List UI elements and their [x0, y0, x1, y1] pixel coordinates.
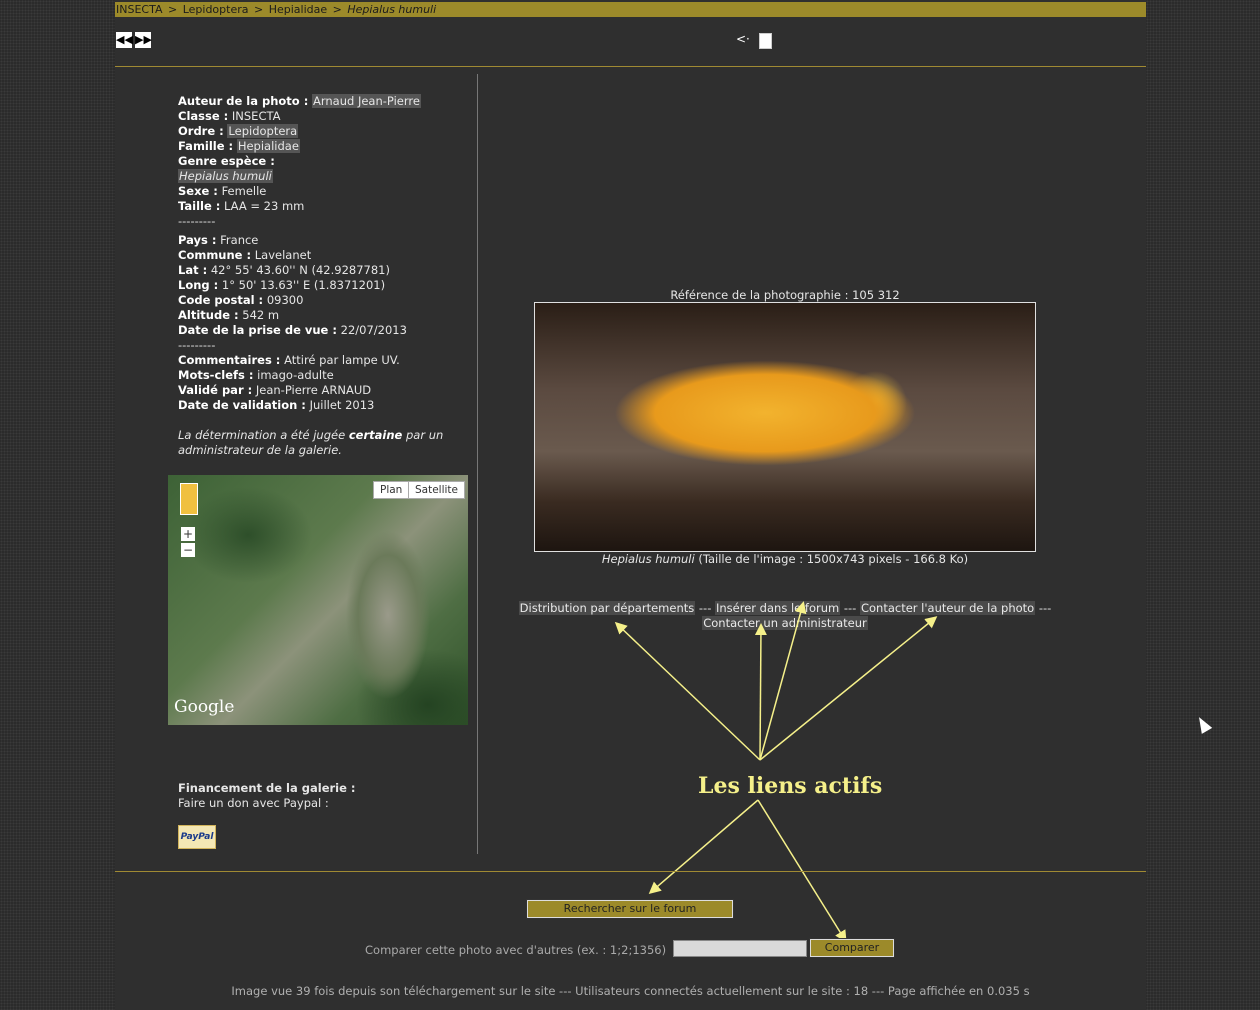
top-divider: [115, 66, 1146, 67]
compare-label: Comparer cette photo avec d'autres (ex. …: [365, 943, 667, 957]
separator: ---------: [178, 214, 216, 228]
map-plan-button[interactable]: Plan: [373, 481, 410, 499]
zoom-in-button[interactable]: +: [181, 527, 195, 541]
species-link[interactable]: Hepialus humuli: [178, 169, 273, 183]
breadcrumb: INSECTA > Lepidoptera > Hepialidae > Hep…: [115, 2, 1146, 17]
order-link[interactable]: Lepidoptera: [227, 124, 299, 138]
back-icon[interactable]: <·: [736, 32, 750, 46]
previous-photo-button[interactable]: ◀◀: [116, 32, 133, 48]
page-footer: Image vue 39 fois depuis son téléchargem…: [231, 984, 1030, 998]
breadcrumb-class[interactable]: INSECTA: [115, 3, 163, 16]
action-links: Distribution par départements --- Insére…: [518, 601, 1052, 630]
contact-author-link[interactable]: Contacter l'auteur de la photo: [859, 601, 1036, 615]
map-satellite-button[interactable]: Satellite: [408, 481, 466, 499]
photo-reference: Référence de la photographie : 105 312: [670, 288, 900, 302]
next-photo-button[interactable]: ▶▶: [135, 32, 152, 48]
breadcrumb-species: Hepialus humuli: [347, 3, 437, 16]
separator: ---------: [178, 338, 216, 352]
funding-section: Financement de la galerie : Faire un don…: [178, 781, 356, 810]
breadcrumb-sep: >: [253, 3, 264, 16]
family-link[interactable]: Hepialidae: [236, 139, 300, 153]
contact-admin-link[interactable]: Contacter un administrateur: [702, 616, 868, 630]
photo-caption: Hepialus humuli (Taille de l'image : 150…: [601, 552, 969, 566]
photo-info-panel: Auteur de la photo : Arnaud Jean-Pierre …: [178, 94, 468, 458]
bottom-divider: [115, 871, 1146, 872]
distribution-link[interactable]: Distribution par départements: [518, 601, 696, 615]
column-divider: [477, 74, 478, 854]
search-forum-button[interactable]: Rechercher sur le forum: [526, 899, 734, 919]
determination-note: La détermination a été jugée certaine pa…: [178, 428, 444, 457]
moth-photo[interactable]: [534, 302, 1036, 552]
author-link[interactable]: Arnaud Jean-Pierre: [311, 94, 421, 108]
document-icon[interactable]: [759, 33, 772, 49]
breadcrumb-family[interactable]: Hepialidae: [268, 3, 328, 16]
annotation-label: Les liens actifs: [698, 773, 883, 799]
zoom-out-button[interactable]: −: [181, 543, 195, 557]
breadcrumb-sep: >: [332, 3, 342, 16]
page-container: INSECTA > Lepidoptera > Hepialidae > Hep…: [115, 0, 1146, 1010]
insert-forum-link[interactable]: Insérer dans le forum: [715, 601, 841, 615]
arrow-to-admin: [754, 623, 767, 761]
arrow-to-author: [759, 616, 938, 761]
arrow-to-distribution: [614, 621, 761, 761]
google-logo: Google: [174, 697, 235, 717]
location-map[interactable]: + − Plan Satellite Google: [168, 475, 468, 725]
arrow-to-compare: [757, 799, 847, 943]
breadcrumb-sep: >: [167, 3, 178, 16]
breadcrumb-order[interactable]: Lepidoptera: [182, 3, 250, 16]
compare-button[interactable]: Comparer: [809, 938, 895, 958]
paypal-button[interactable]: PayPal: [178, 825, 216, 849]
compare-input[interactable]: [673, 940, 807, 957]
street-view-pegman-icon[interactable]: [180, 483, 198, 515]
arrow-to-search: [648, 799, 759, 894]
mouse-cursor-icon: [1193, 714, 1213, 734]
